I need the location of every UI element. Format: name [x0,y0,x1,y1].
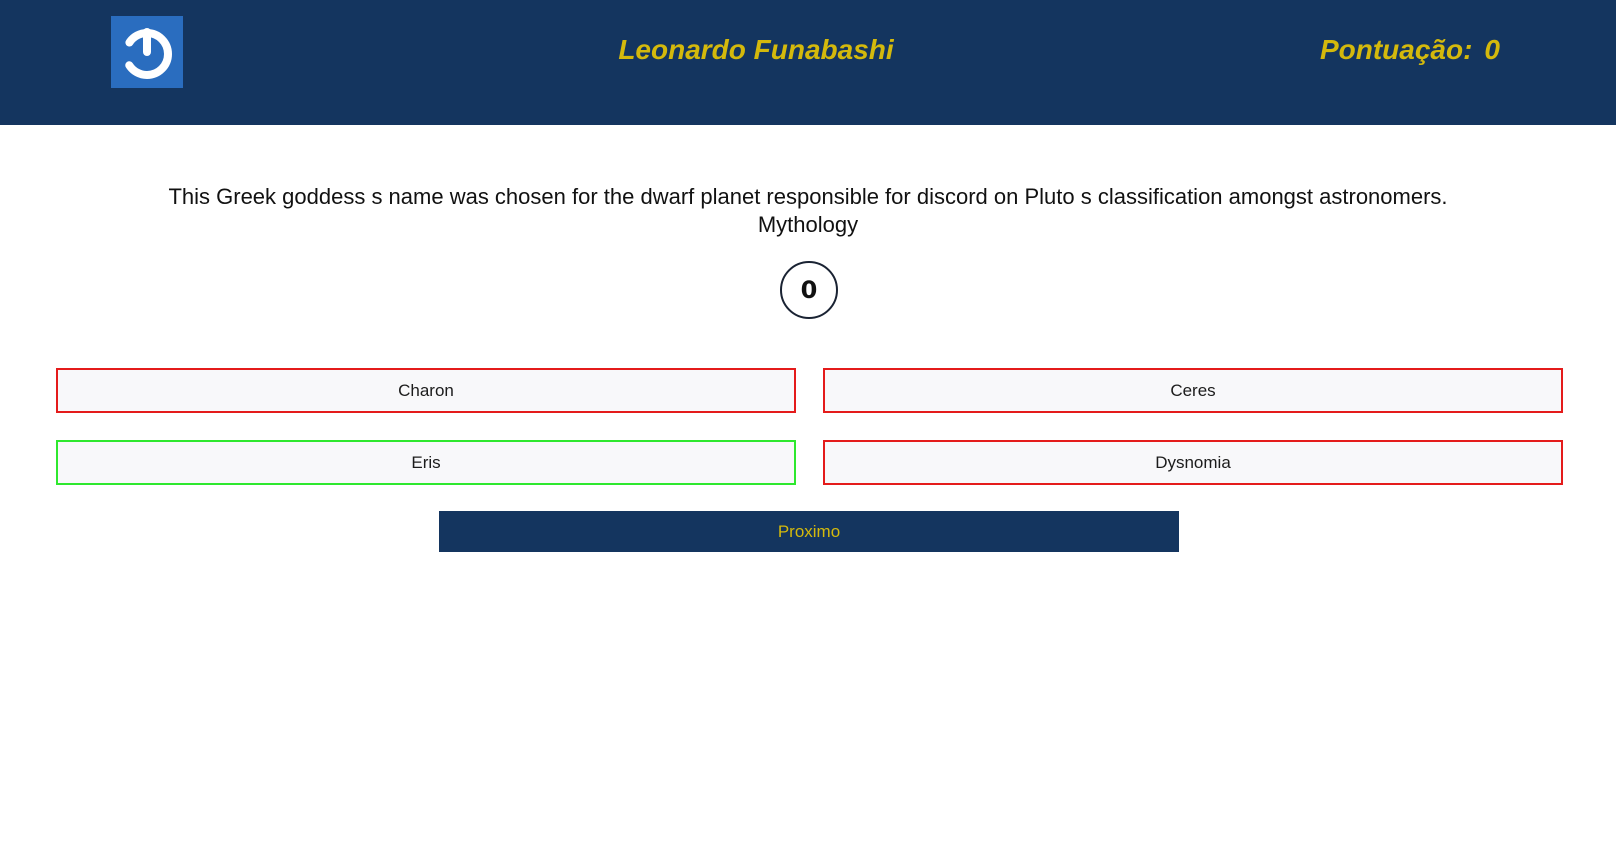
timer-counter: 0 [780,261,838,319]
score-label: Pontuação: [1319,34,1473,65]
power-icon [122,28,172,79]
answer-button-charon[interactable]: Charon [56,368,796,413]
answer-button-ceres[interactable]: Ceres [823,368,1563,413]
question-text: This Greek goddess s name was chosen for… [168,184,1448,209]
answer-button-dysnomia[interactable]: Dysnomia [823,440,1563,485]
next-button[interactable]: Proximo [439,511,1179,552]
answer-button-eris[interactable]: Eris [56,440,796,485]
score-value: 0 [1484,34,1500,65]
question-category: Mythology [757,212,859,237]
logout-button[interactable] [111,16,183,88]
player-name: Leonardo Funabashi [618,34,894,65]
top-header: Leonardo Funabashi Pontuação: 0 [0,0,1616,125]
score-display: Pontuação: 0 [1260,34,1500,66]
